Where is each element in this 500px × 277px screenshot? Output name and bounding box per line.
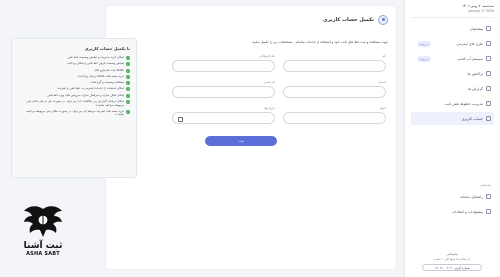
field-label: کدملی <box>377 80 386 84</box>
phone-icon <box>486 101 491 106</box>
check-icon: ✓ <box>126 93 130 98</box>
check-icon: ✓ <box>126 100 130 105</box>
benefit-text: امکان دریافت گزارش ریز مکالمات (با رمز د… <box>26 99 124 107</box>
benefit-text: خرید بسته های ADSL (زیبای پرداخت) <box>77 73 124 78</box>
field-label: نام <box>382 54 386 58</box>
page-title: تکمیل حساب کاربری <box>323 17 374 23</box>
wings-emblem-icon <box>24 206 62 237</box>
receipt-icon <box>486 71 491 76</box>
benefit-text: نمایش وضعیت قرض خط تلفن و امکان پرداخت <box>66 61 124 66</box>
email-input[interactable] <box>283 112 386 124</box>
sidebar-date-en: 2024 January 27 <box>468 9 494 13</box>
submit-button[interactable]: ثبت <box>205 136 277 146</box>
sidebar-item-label: حساب کاربری <box>461 116 483 121</box>
sidebar-item-label: طرح های اینترنتی <box>456 41 483 46</box>
national-id-input[interactable] <box>283 86 386 98</box>
email-field: ایمیل <box>283 106 386 124</box>
support-phone-button[interactable]: شماره گیری ۲۰۲۰ ۹۱۰۰ ۰۲۱ <box>422 264 482 271</box>
account-form: نام نام خانوادگی کدملی کد پستی ایمیل تار… <box>114 54 386 132</box>
form-description: جهت مشاهده و ثبت خط های ثابت خود و استفا… <box>250 40 388 44</box>
sidebar-item-transactions[interactable]: تراکنش ها <box>411 67 494 80</box>
sidebar-item-label: تراکنش ها <box>467 71 484 76</box>
support-hours: از ساعت ۸ صبح الی ۱۰ شب <box>433 257 471 261</box>
home-icon <box>486 26 491 31</box>
check-icon: ✓ <box>126 74 130 79</box>
check-icon: ✓ <box>126 87 130 92</box>
sidebar-item-label: پیشخوان <box>469 26 483 31</box>
field-label: تاریخ تولد <box>263 106 275 110</box>
last-name-input[interactable] <box>172 60 275 72</box>
sidebar-item-label: راهنمای سامانه <box>460 194 483 199</box>
coming-soon-badge: به زودی <box>417 55 431 62</box>
wifi-icon <box>486 41 491 46</box>
benefits-card: با تکمیل حساب کاربری ✓ امکان خرید مدیریت … <box>11 38 137 178</box>
support-box: پشتیبانی از ساعت ۸ صبح الی ۱۰ شب شماره گ… <box>412 252 492 271</box>
sidebar-item-guide[interactable]: راهنمای سامانه <box>411 190 494 203</box>
check-icon: ✓ <box>126 81 130 86</box>
coming-soon-badge: به زودی <box>417 40 431 47</box>
help-icon <box>486 194 491 199</box>
benefit-item: ✓ امکان دریافت گزارش ریز مکالمات (با رمز … <box>18 99 130 107</box>
chat-icon <box>486 209 491 214</box>
server-icon <box>486 56 491 61</box>
support-title: پشتیبانی <box>446 252 458 256</box>
postal-code-field: کد پستی <box>172 80 275 98</box>
check-icon: ✓ <box>126 56 130 60</box>
first-name-input[interactable] <box>283 60 386 72</box>
sidebar-item-internet-plans[interactable]: طرح های اینترنتی به زودی <box>411 37 494 50</box>
sidebar: سه‌شنبه، ۷ بهمن ۱۴۰۲ 2024 January 27 پیش… <box>404 0 500 277</box>
benefit-item: ✓ ADSL ثبت نام طرح های <box>18 67 130 73</box>
sidebar-item-label: مدیریت خطوط تلفن ثابت <box>444 101 483 106</box>
check-icon: ✓ <box>126 62 130 67</box>
asha-sabt-logo: ثبت آشنا ASHA SABT <box>14 203 72 271</box>
calendar-icon[interactable] <box>178 116 183 122</box>
benefit-text: امکان فعال سازی و غیرفعال سازی سرویس های… <box>47 92 124 97</box>
page-header: تکمیل حساب کاربری <box>114 14 388 26</box>
benefit-text: مشاهده وضعیت و گزارشات <box>90 80 124 85</box>
sidebar-item-system[interactable]: سیستم آپ کامپ به زودی <box>411 52 494 65</box>
benefit-text: خرید بسته های اینترنت مرتبط (با رمز دوم … <box>26 108 124 117</box>
birth-date-field: تاریخ تولد <box>172 106 275 124</box>
sidebar-item-label: پیشنهادات و انتقادات <box>451 209 483 214</box>
first-name-field: نام <box>283 54 386 72</box>
sidebar-divider <box>411 17 494 18</box>
field-label: کد پستی <box>264 80 275 84</box>
sidebar-item-label: سیستم آپ کامپ <box>457 56 483 61</box>
benefit-item: ✓ امکان فعال سازی و غیرفعال سازی سرویس ها… <box>18 92 130 98</box>
benefit-item: ✓ نمایش وضعیت قرض خط تلفن و امکان پرداخت <box>18 61 130 67</box>
logo-text-fa: ثبت آشنا <box>23 241 63 251</box>
check-icon: ✓ <box>126 68 130 73</box>
benefit-item: ✓ امکان استفاده از خدمات اینترنتی به خط ت… <box>18 86 130 92</box>
sidebar-section-title: پشتیبانی <box>479 183 491 187</box>
app-root: سه‌شنبه، ۷ بهمن ۱۴۰۲ 2024 January 27 پیش… <box>0 0 500 277</box>
sidebar-item-reports[interactable]: گزارش ها <box>411 82 494 95</box>
user-icon <box>378 15 388 25</box>
benefit-text: ADSL ثبت نام طرح های <box>94 67 124 72</box>
account-form-card: تکمیل حساب کاربری جهت مشاهده و ثبت خط ها… <box>106 6 396 269</box>
postal-code-input[interactable] <box>172 86 275 98</box>
benefit-item: ✓ خرید بسته های اینترنت مرتبط (با رمز دوم… <box>18 108 130 117</box>
field-label: ایمیل <box>379 106 386 110</box>
benefit-item: ✓ امکان خرید مدیریت و نمایش وضعیت خط تلفن <box>18 55 130 60</box>
sidebar-item-dashboard[interactable]: پیشخوان <box>411 22 494 35</box>
sidebar-item-phone-lines[interactable]: مدیریت خطوط تلفن ثابت <box>411 97 494 110</box>
benefit-item: ✓ خرید بسته های ADSL (زیبای پرداخت) <box>18 73 130 79</box>
logo-text-en: ASHA SABT <box>26 251 60 257</box>
last-name-field: نام خانوادگی <box>172 54 275 72</box>
birth-date-input[interactable] <box>172 112 275 124</box>
check-icon: ✓ <box>126 109 130 114</box>
sidebar-item-account[interactable]: حساب کاربری <box>411 112 494 125</box>
national-id-field: کدملی <box>283 80 386 98</box>
benefit-text: امکان خرید مدیریت و نمایش وضعیت خط تلفن <box>67 55 124 59</box>
benefits-title: با تکمیل حساب کاربری <box>84 46 130 51</box>
benefit-item: ✓ مشاهده وضعیت و گزارشات <box>18 80 130 86</box>
field-label: نام خانوادگی <box>259 54 275 58</box>
sidebar-item-feedback[interactable]: پیشنهادات و انتقادات <box>411 205 494 218</box>
sidebar-item-label: گزارش ها <box>468 86 483 91</box>
benefit-text: امکان استفاده از خدمات اینترنتی به خط تل… <box>57 86 124 91</box>
user-icon <box>486 116 491 121</box>
chart-icon <box>486 86 491 91</box>
